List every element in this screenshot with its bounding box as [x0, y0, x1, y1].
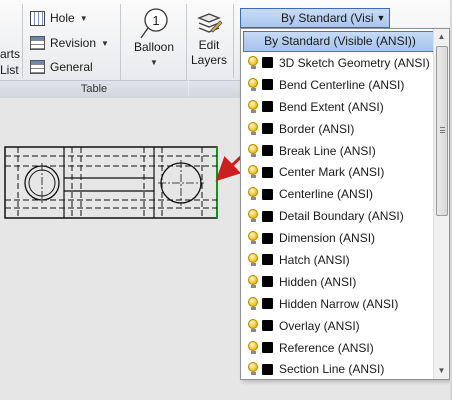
layer-list-item-label: Overlay (ANSI) — [279, 318, 360, 333]
color-swatch-icon — [262, 254, 273, 266]
layer-list-item-label: Break Line (ANSI) — [279, 143, 376, 158]
revision-label: Revision — [50, 36, 97, 50]
color-swatch-icon — [262, 342, 273, 354]
separator — [233, 4, 234, 78]
balloon-button[interactable]: 1 Balloon ▼ — [130, 6, 178, 70]
color-swatch-icon — [262, 123, 273, 135]
lightbulb-icon[interactable] — [247, 187, 259, 201]
lightbulb-icon[interactable] — [247, 143, 259, 158]
chevron-down-icon: ▼ — [101, 38, 109, 48]
layer-list-item-label: Center Mark (ANSI) — [279, 165, 385, 180]
scrollbar-thumb[interactable] — [436, 46, 448, 216]
layer-list-item[interactable]: Centerline (ANSI) — [241, 183, 449, 205]
layer-list-item[interactable]: Hidden Narrow (ANSI) — [241, 293, 449, 315]
layer-list-item[interactable]: Dimension (ANSI) — [241, 227, 449, 249]
layer-list-item[interactable]: Reference (ANSI) — [241, 337, 449, 359]
layer-list-item[interactable]: Detail Boundary (ANSI) — [241, 205, 449, 227]
lightbulb-icon[interactable] — [247, 318, 259, 333]
hole-table-icon — [30, 10, 45, 26]
layer-list-item[interactable]: Break Line (ANSI) — [241, 140, 449, 162]
dropdown-scrollbar[interactable]: ▲ ▼ — [433, 29, 449, 379]
svg-text:1: 1 — [152, 13, 159, 28]
lightbulb-icon[interactable] — [247, 274, 259, 289]
hole-table-button[interactable]: Hole ▼ — [30, 8, 88, 28]
layer-list-item-label: 3D Sketch Geometry (ANSI) — [279, 55, 430, 70]
layer-list-item-label: Bend Extent (ANSI) — [279, 99, 384, 114]
edit-layers-label-2: Layers — [190, 53, 228, 67]
lightbulb-icon[interactable] — [247, 165, 259, 179]
color-swatch-icon — [262, 298, 273, 310]
layer-list-item-label: Reference (ANSI) — [279, 340, 374, 355]
chevron-down-icon: ▼ — [79, 13, 88, 23]
balloon-icon: 1 — [140, 8, 168, 39]
lightbulb-icon[interactable] — [247, 209, 259, 223]
layer-list-item[interactable]: Center Mark (ANSI) — [241, 161, 449, 183]
layer-list-item[interactable]: Hidden (ANSI) — [241, 271, 449, 293]
color-swatch-icon — [262, 166, 273, 178]
dropdown-selected-item[interactable]: By Standard (Visible (ANSI)) — [243, 31, 437, 52]
layer-list-item[interactable]: Section Line (ANSI) — [241, 358, 449, 379]
revision-table-button[interactable]: Revision ▼ — [30, 33, 109, 53]
color-swatch-icon — [262, 320, 273, 332]
layer-style-select-value: By Standard (Visi — [281, 11, 373, 25]
layer-style-select[interactable]: By Standard (Visi ▼ — [240, 8, 390, 28]
color-swatch-icon — [262, 188, 273, 200]
layer-list-item[interactable]: Hatch (ANSI) — [241, 249, 449, 271]
layer-list-item-label: Hidden (ANSI) — [279, 274, 357, 289]
lightbulb-icon[interactable] — [247, 252, 259, 267]
parts-list-label-1: arts — [0, 47, 21, 61]
table-panel-title: Table — [0, 80, 188, 98]
lightbulb-icon[interactable] — [247, 231, 259, 245]
color-swatch-icon — [262, 363, 273, 375]
layer-list-item[interactable]: Bend Centerline (ANSI) — [241, 74, 449, 96]
edit-layers-button[interactable]: Edit Layers — [190, 10, 228, 68]
part-drawing-view[interactable] — [4, 146, 220, 220]
dropdown-items: 3D Sketch Geometry (ANSI) Bend Centerline… — [241, 52, 449, 379]
lightbulb-icon[interactable] — [247, 77, 259, 92]
lightbulb-icon[interactable] — [247, 340, 259, 355]
layer-dropdown-list[interactable]: By Standard (Visible (ANSI)) 3D Sketch G… — [240, 28, 450, 380]
color-swatch-icon — [262, 101, 273, 113]
layer-list-item-label: Centerline (ANSI) — [279, 187, 374, 202]
separator — [22, 4, 23, 78]
layer-list-item[interactable]: Border (ANSI) — [241, 118, 449, 140]
lightbulb-icon[interactable] — [247, 55, 259, 70]
layers-icon — [197, 13, 223, 33]
scroll-up-icon[interactable]: ▲ — [434, 29, 449, 45]
parts-list-button[interactable]: arts List — [0, 46, 20, 78]
color-swatch-icon — [262, 276, 273, 288]
color-swatch-icon — [262, 57, 273, 69]
revision-table-icon — [30, 36, 45, 50]
layer-list-item-label: Border (ANSI) — [279, 121, 355, 136]
lightbulb-icon[interactable] — [247, 121, 259, 136]
layer-list-item-label: Detail Boundary (ANSI) — [279, 209, 404, 224]
scroll-down-icon[interactable]: ▼ — [434, 363, 449, 379]
color-swatch-icon — [262, 232, 273, 244]
lightbulb-icon[interactable] — [247, 99, 259, 114]
layer-list-item[interactable]: Overlay (ANSI) — [241, 315, 449, 337]
lightbulb-icon[interactable] — [247, 296, 259, 311]
hole-label: Hole — [50, 11, 75, 25]
color-swatch-icon — [262, 145, 273, 156]
general-table-icon — [30, 60, 45, 74]
grip-icon — [440, 127, 445, 133]
edit-layers-label-1: Edit — [198, 38, 220, 52]
color-swatch-icon — [262, 210, 273, 222]
chevron-down-icon[interactable]: ▼ — [373, 13, 389, 23]
color-swatch-icon — [262, 79, 273, 91]
layer-list-item[interactable]: 3D Sketch Geometry (ANSI) — [241, 52, 449, 74]
general-table-button[interactable]: General — [30, 57, 93, 77]
chevron-down-icon: ▼ — [150, 58, 158, 67]
layer-list-item-label: Hidden Narrow (ANSI) — [279, 296, 399, 311]
layer-list-item-label: Bend Centerline (ANSI) — [279, 77, 405, 92]
parts-list-label-2: List — [0, 63, 19, 77]
general-label: General — [50, 60, 93, 74]
layer-list-item[interactable]: Bend Extent (ANSI) — [241, 96, 449, 118]
balloon-label: Balloon — [133, 40, 175, 54]
layer-list-item-label: Dimension (ANSI) — [279, 231, 376, 246]
lightbulb-icon[interactable] — [247, 362, 259, 376]
layer-list-item-label: Hatch (ANSI) — [279, 252, 350, 267]
layer-list-item-label: Section Line (ANSI) — [279, 362, 385, 377]
